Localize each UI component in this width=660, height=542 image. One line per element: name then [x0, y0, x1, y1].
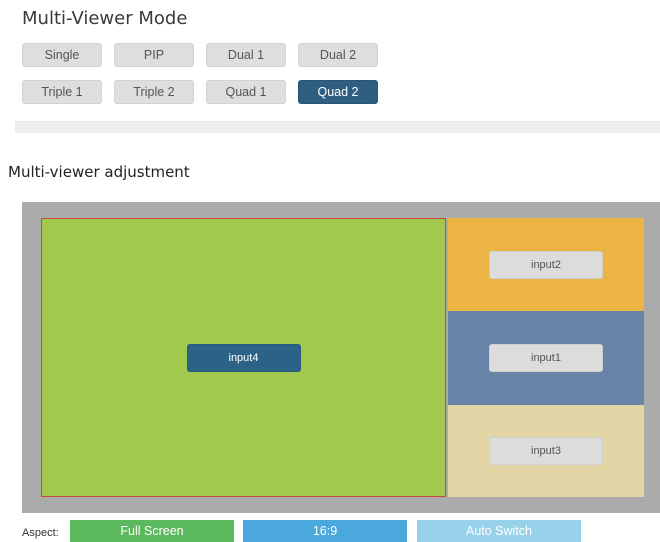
- window-bottom-right-input3[interactable]: input3: [448, 405, 644, 497]
- window-main-input4[interactable]: input4: [41, 218, 446, 497]
- input2-button[interactable]: input2: [489, 250, 603, 279]
- aspect-auto-switch-button[interactable]: Auto Switch: [417, 520, 581, 542]
- aspect-full-screen-button[interactable]: Full Screen: [70, 520, 234, 542]
- input1-button[interactable]: input1: [489, 344, 603, 372]
- window-middle-right-input1[interactable]: input1: [448, 311, 644, 405]
- mode-button-pip[interactable]: PIP: [114, 43, 194, 67]
- mode-button-dual-1[interactable]: Dual 1: [206, 43, 286, 67]
- aspect-label: Aspect:: [22, 527, 59, 539]
- section-divider: [15, 121, 660, 133]
- window-top-right-input2[interactable]: input2: [448, 218, 644, 311]
- multi-viewer-mode-title: Multi-Viewer Mode: [22, 8, 188, 29]
- mode-button-quad-1[interactable]: Quad 1: [206, 80, 286, 104]
- mode-button-triple-2[interactable]: Triple 2: [114, 80, 194, 104]
- mode-button-single[interactable]: Single: [22, 43, 102, 67]
- layout-canvas: input4 input2 input1 input3: [22, 202, 660, 513]
- input4-button[interactable]: input4: [186, 343, 301, 372]
- multi-viewer-adjustment-title: Multi-viewer adjustment: [8, 163, 190, 181]
- aspect-16-9-button[interactable]: 16:9: [243, 520, 407, 542]
- mode-button-dual-2[interactable]: Dual 2: [298, 43, 378, 67]
- mode-button-quad-2[interactable]: Quad 2: [298, 80, 378, 104]
- input3-button[interactable]: input3: [489, 437, 603, 465]
- mode-button-triple-1[interactable]: Triple 1: [22, 80, 102, 104]
